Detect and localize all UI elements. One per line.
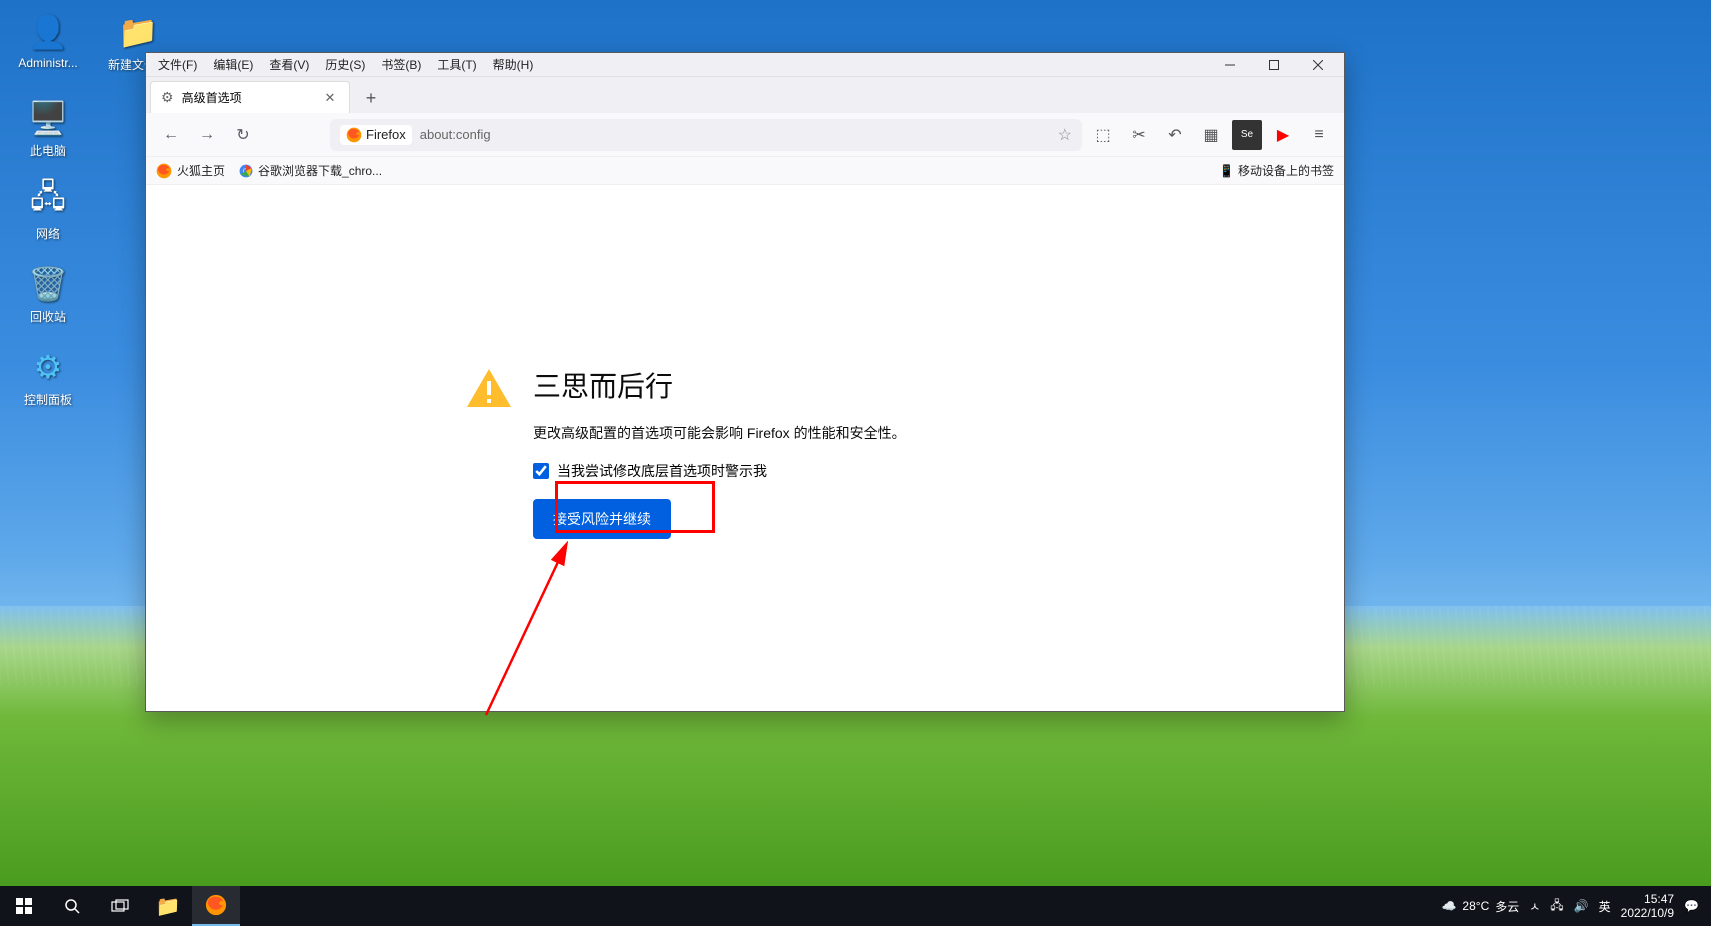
back-button[interactable]: ← [156, 120, 186, 150]
menubar: 文件(F) 编辑(E) 查看(V) 历史(S) 书签(B) 工具(T) 帮助(H… [146, 53, 1344, 77]
about-config-warning: 三思而后行 更改高级配置的首选项可能会影响 Firefox 的性能和安全性。 当… [465, 365, 1025, 539]
tab-close-button[interactable]: ✕ [321, 89, 339, 107]
firefox-taskbar[interactable] [192, 886, 240, 926]
warn-checkbox-label: 当我尝试修改底层首选项时警示我 [557, 461, 767, 481]
url-input[interactable]: Firefox about:config ☆ [330, 119, 1082, 151]
firefox-icon [346, 127, 362, 143]
menu-tools[interactable]: 工具(T) [429, 54, 484, 75]
youtube-icon[interactable]: ▶ [1268, 120, 1298, 150]
menu-file[interactable]: 文件(F) [150, 54, 205, 75]
desktop-icon-label: 网络 [10, 225, 86, 242]
window-maximize-button[interactable] [1252, 53, 1296, 77]
notification-tray-icon[interactable]: 💬 [1684, 899, 1699, 913]
gear-icon: ⚙ [161, 89, 174, 106]
desktop-icon-label: 此电脑 [10, 142, 86, 159]
desktop-icon-this-pc[interactable]: 🖥️ 此电脑 [10, 96, 86, 159]
reload-button[interactable]: ↻ [228, 120, 258, 150]
tab-title: 高级首选项 [182, 89, 242, 106]
tray-chevron-icon[interactable]: ㅅ [1529, 898, 1540, 915]
identity-label: Firefox [366, 127, 406, 142]
firefox-icon [205, 894, 227, 916]
desktop-icon-control-panel[interactable]: ⚙ 控制面板 [10, 345, 86, 408]
hamburger-menu-icon[interactable]: ≡ [1304, 120, 1334, 150]
warning-checkbox-row[interactable]: 当我尝试修改底层首选项时警示我 [533, 461, 1025, 481]
computer-icon: 🖥️ [10, 96, 86, 140]
grid-icon[interactable]: ▦ [1196, 120, 1226, 150]
tab-active[interactable]: ⚙ 高级首选项 ✕ [150, 81, 350, 113]
desktop-icon-label: 回收站 [10, 308, 86, 325]
weather-icon: ☁️ [1441, 899, 1456, 913]
menu-edit[interactable]: 编辑(E) [205, 54, 261, 75]
clock-time: 15:47 [1621, 892, 1674, 906]
weather-widget[interactable]: ☁️ 28°C 多云 [1441, 898, 1519, 915]
ime-indicator[interactable]: 英 [1599, 898, 1611, 915]
desktop-icon-label: Administr... [10, 56, 86, 70]
weather-temp: 28°C [1462, 899, 1489, 913]
desktop-icon-administrator[interactable]: 👤 Administr... [10, 10, 86, 73]
window-close-button[interactable] [1296, 53, 1340, 77]
user-icon: 👤 [10, 10, 86, 54]
mobile-bookmarks-label[interactable]: 移动设备上的书签 [1238, 162, 1334, 179]
url-text: about:config [420, 127, 491, 142]
bookmark-chrome-download[interactable]: 谷歌浏览器下载_chro... [239, 162, 382, 179]
bookmark-star-icon[interactable]: ☆ [1058, 125, 1072, 145]
firefox-icon [156, 163, 172, 179]
volume-tray-icon[interactable]: 🔊 [1574, 899, 1589, 913]
menu-help[interactable]: 帮助(H) [485, 54, 542, 75]
bookmark-label: 火狐主页 [177, 162, 225, 179]
chrome-icon [239, 164, 253, 178]
taskbar: 📁 ☁️ 28°C 多云 ㅅ 🖧 🔊 英 15:47 2022/10/9 💬 [0, 886, 1711, 926]
warning-title: 三思而后行 [533, 365, 1025, 405]
menu-view[interactable]: 查看(V) [261, 54, 317, 75]
site-identity[interactable]: Firefox [340, 125, 412, 145]
bookmark-firefox-home[interactable]: 火狐主页 [156, 162, 225, 179]
trash-icon: 🗑️ [10, 262, 86, 306]
desktop-icon-label: 控制面板 [10, 391, 86, 408]
save-to-pocket-icon[interactable]: ⬚ [1088, 120, 1118, 150]
tab-bar: ⚙ 高级首选项 ✕ + [146, 77, 1344, 113]
desktop-icon-network[interactable]: 🖧 网络 [10, 179, 86, 242]
warning-description: 更改高级配置的首选项可能会影响 Firefox 的性能和安全性。 [533, 423, 1025, 443]
folder-icon: 📁 [100, 10, 176, 54]
warning-triangle-icon [465, 365, 513, 413]
accept-risk-button[interactable]: 接受风险并继续 [533, 499, 671, 539]
address-bar: ← → ↻ Firefox about:config ☆ ⬚ ✂ ↶ ▦ Se … [146, 113, 1344, 157]
annotation-arrow [476, 525, 716, 725]
menu-bookmarks[interactable]: 书签(B) [373, 54, 429, 75]
warn-checkbox[interactable] [533, 463, 549, 479]
forward-button[interactable]: → [192, 120, 222, 150]
folder-icon: 📁 [156, 894, 181, 919]
window-minimize-button[interactable] [1208, 53, 1252, 77]
back-arrow-icon[interactable]: ↶ [1160, 120, 1190, 150]
weather-condition: 多云 [1495, 898, 1519, 915]
task-view-button[interactable] [96, 886, 144, 926]
bookmark-label: 谷歌浏览器下载_chro... [258, 162, 382, 179]
taskbar-clock[interactable]: 15:47 2022/10/9 [1621, 892, 1674, 921]
page-content: 三思而后行 更改高级配置的首选项可能会影响 Firefox 的性能和安全性。 当… [146, 185, 1344, 711]
start-button[interactable] [0, 886, 48, 926]
clock-date: 2022/10/9 [1621, 906, 1674, 920]
search-button[interactable] [48, 886, 96, 926]
new-tab-button[interactable]: + [356, 83, 386, 113]
control-panel-icon: ⚙ [10, 345, 86, 389]
desktop-icon-recycle-bin[interactable]: 🗑️ 回收站 [10, 262, 86, 325]
menu-history[interactable]: 历史(S) [317, 54, 373, 75]
network-tray-icon[interactable]: 🖧 [1550, 896, 1563, 917]
network-icon: 🖧 [10, 179, 86, 223]
mobile-bookmarks-icon: 📱 [1219, 164, 1234, 178]
selenium-icon[interactable]: Se [1232, 120, 1262, 150]
extension-icon[interactable]: ✂ [1124, 120, 1154, 150]
firefox-window: 文件(F) 编辑(E) 查看(V) 历史(S) 书签(B) 工具(T) 帮助(H… [145, 52, 1345, 712]
bookmarks-bar: 火狐主页 谷歌浏览器下载_chro... 📱 移动设备上的书签 [146, 157, 1344, 185]
file-explorer-taskbar[interactable]: 📁 [144, 886, 192, 926]
